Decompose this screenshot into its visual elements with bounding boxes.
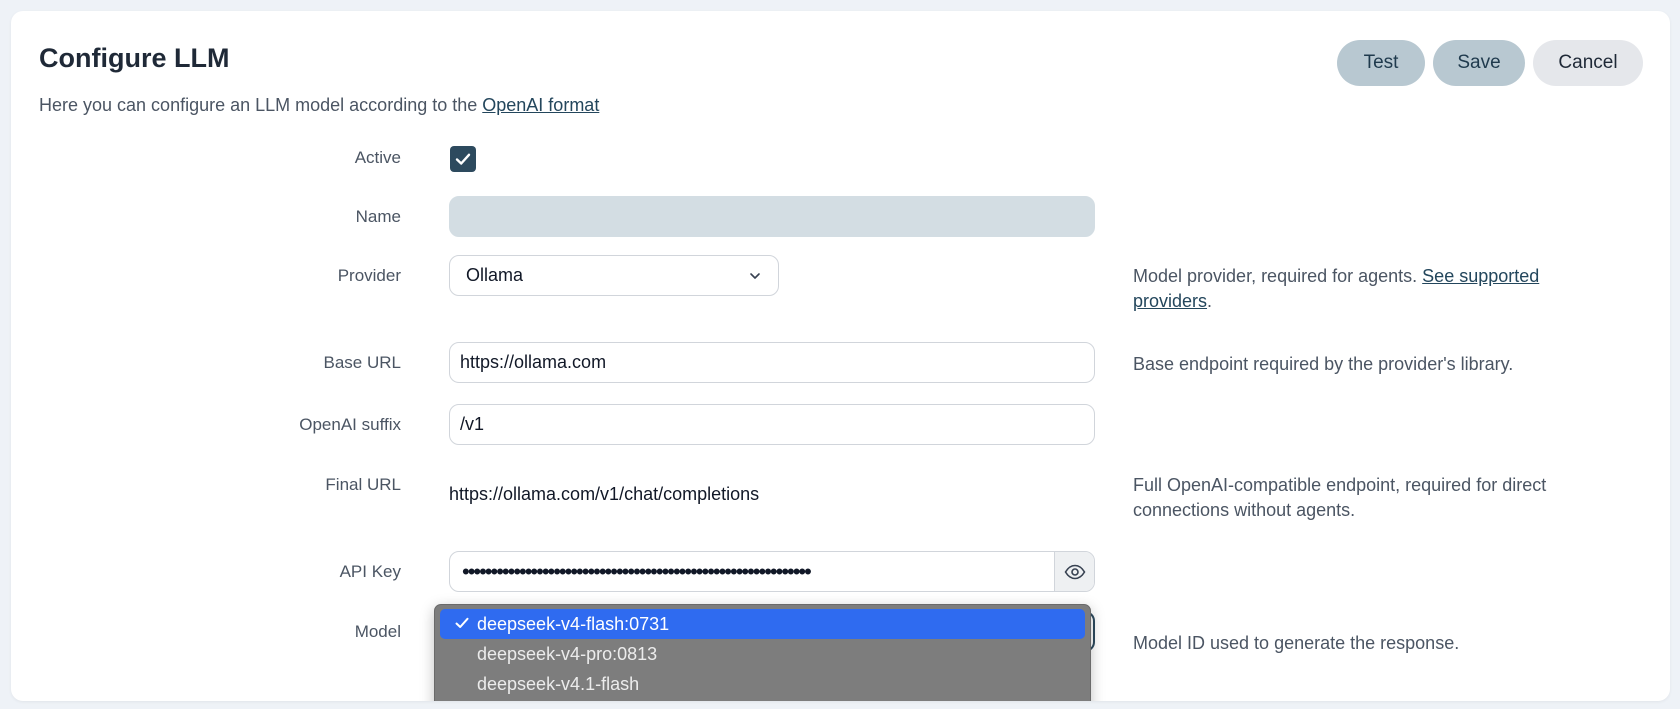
final-url-help: Full OpenAI-compatible endpoint, require… (1133, 475, 1547, 520)
base-url-label: Base URL (323, 353, 401, 372)
page-subtitle: Here you can configure an LLM model acco… (39, 95, 599, 116)
openai-suffix-input[interactable]: /v1 (449, 404, 1095, 445)
provider-help-text: Model provider, required for agents. (1133, 266, 1423, 286)
test-button[interactable]: Test (1337, 40, 1425, 86)
page-title: Configure LLM (39, 43, 230, 73)
model-dropdown: deepseek-v4-flash:0731 deepseek-v4-pro:0… (434, 604, 1091, 701)
base-url-input[interactable]: https://ollama.com (449, 342, 1095, 383)
provider-help-suffix: . (1207, 291, 1213, 311)
final-url-label: Final URL (325, 475, 401, 494)
chevron-down-icon (750, 272, 760, 279)
name-input[interactable] (449, 196, 1095, 237)
openai-suffix-label: OpenAI suffix (299, 415, 401, 434)
cancel-button[interactable]: Cancel (1533, 40, 1643, 86)
api-key-field[interactable]: ••••••••••••••••••••••••••••••••••••••••… (449, 551, 1095, 592)
model-option-label: deepseek-v4.1-flash (477, 673, 640, 694)
model-option-label: deepseek-v4-pro:0813 (477, 643, 658, 664)
configure-llm-card: Configure LLM Here you can configure an … (11, 11, 1670, 701)
provider-label: Provider (337, 266, 401, 285)
model-help: Model ID used to generate the response. (1133, 633, 1460, 653)
base-url-help: Base endpoint required by the provider's… (1133, 354, 1514, 374)
model-option[interactable]: deepseek-v4-pro:0813 (440, 639, 1085, 669)
subtitle-text: Here you can configure an LLM model acco… (39, 95, 483, 115)
final-url-value: https://ollama.com/v1/chat/completions (449, 484, 760, 504)
eye-icon (1064, 564, 1085, 579)
model-label: Model (354, 622, 401, 641)
provider-select-value: Ollama (466, 265, 524, 285)
name-label: Name (355, 207, 401, 226)
active-label: Active (354, 148, 401, 167)
check-icon (455, 153, 471, 165)
model-option[interactable]: deepseek-v4.1-flash (440, 669, 1085, 699)
provider-select[interactable]: Ollama (449, 255, 779, 296)
model-option[interactable]: deepseek-v4-flash:0731 (440, 609, 1085, 639)
provider-help: Model provider, required for agents. See… (1133, 264, 1593, 314)
api-key-label: API Key (339, 562, 401, 581)
active-checkbox[interactable] (450, 146, 476, 172)
api-key-visibility-toggle[interactable] (1054, 552, 1094, 591)
check-icon (455, 617, 469, 628)
openai-format-link[interactable]: OpenAI format (482, 95, 599, 115)
save-button[interactable]: Save (1433, 40, 1525, 86)
api-key-input[interactable]: ••••••••••••••••••••••••••••••••••••••••… (450, 552, 1054, 591)
model-option-label: deepseek-v4-flash:0731 (477, 613, 670, 634)
